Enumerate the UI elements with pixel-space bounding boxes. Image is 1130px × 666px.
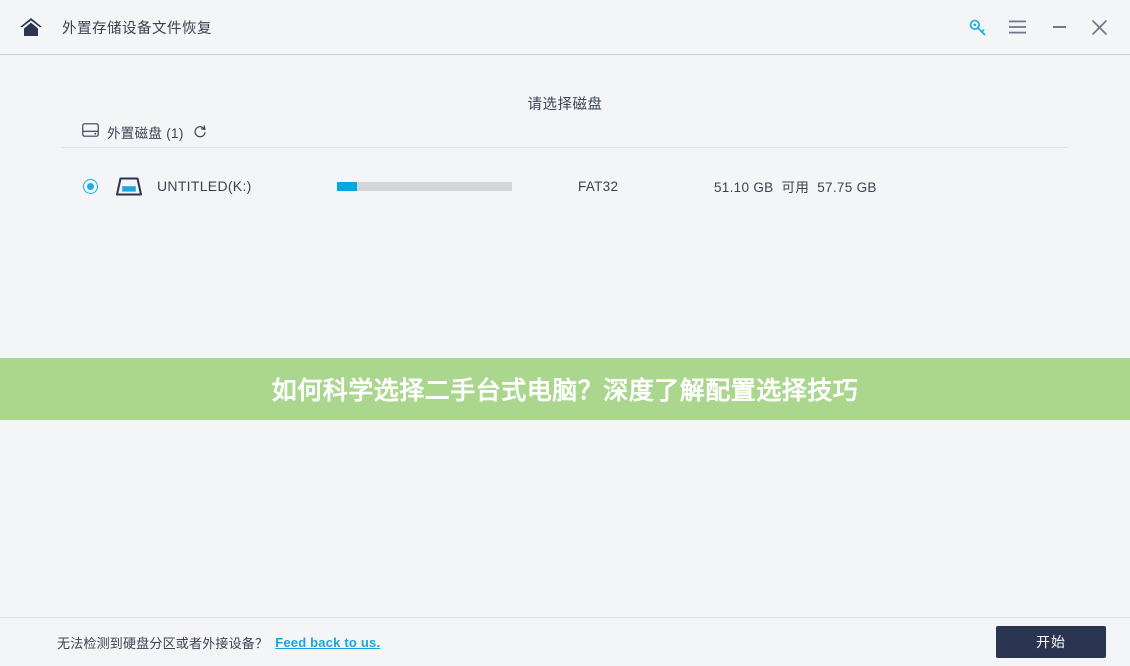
disk-capacity-label: 51.10 GB 可用 57.75 GB [714,180,877,195]
disk-group-divider [62,147,1068,148]
minimize-icon[interactable] [1040,8,1078,46]
app-title: 外置存储设备文件恢复 [62,20,212,37]
minimize-glyph [1052,26,1066,28]
radio-dot [87,182,94,190]
disk-name-label: UNTITLED(K:) [157,178,252,194]
disk-filesystem-label: FAT32 [578,178,619,194]
page-title: 请选择磁盘 [527,97,603,113]
ad-banner-text: 如何科学选择二手台式电脑？深度了解配置选择技巧 [271,377,859,405]
footer-bar: 无法检测到硬盘分区或者外接设备？ Feed back to us. 开始 [0,617,1130,666]
title-bar: 外置存储设备文件恢复 [0,0,1130,55]
start-button[interactable]: 开始 [996,626,1106,658]
close-icon[interactable] [1080,8,1118,46]
hard-disk-icon [82,122,99,142]
feedback-link[interactable]: Feed back to us. [275,635,380,650]
refresh-icon[interactable] [193,125,207,139]
hamburger-menu-icon[interactable] [998,8,1036,46]
main-content: 请选择磁盘 外置磁盘 (1) UNTITLED(K:) FAT32 51.10 … [0,56,1130,617]
ad-banner[interactable]: 如何科学选择二手台式电脑？深度了解配置选择技巧 [0,358,1130,420]
home-icon[interactable] [17,13,45,41]
disk-list-row[interactable]: UNTITLED(K:) FAT32 51.10 GB 可用 57.75 GB [0,162,1130,210]
footer-note: 无法检测到硬盘分区或者外接设备？ [57,635,269,651]
disk-radio-button[interactable] [83,178,98,194]
disk-usage-bar [337,181,512,191]
disk-group-header: 外置磁盘 (1) [82,122,207,142]
external-drive-icon [114,173,144,199]
disk-usage-fill [337,181,358,191]
key-icon[interactable] [958,8,996,46]
disk-group-label: 外置磁盘 (1) [107,126,184,141]
